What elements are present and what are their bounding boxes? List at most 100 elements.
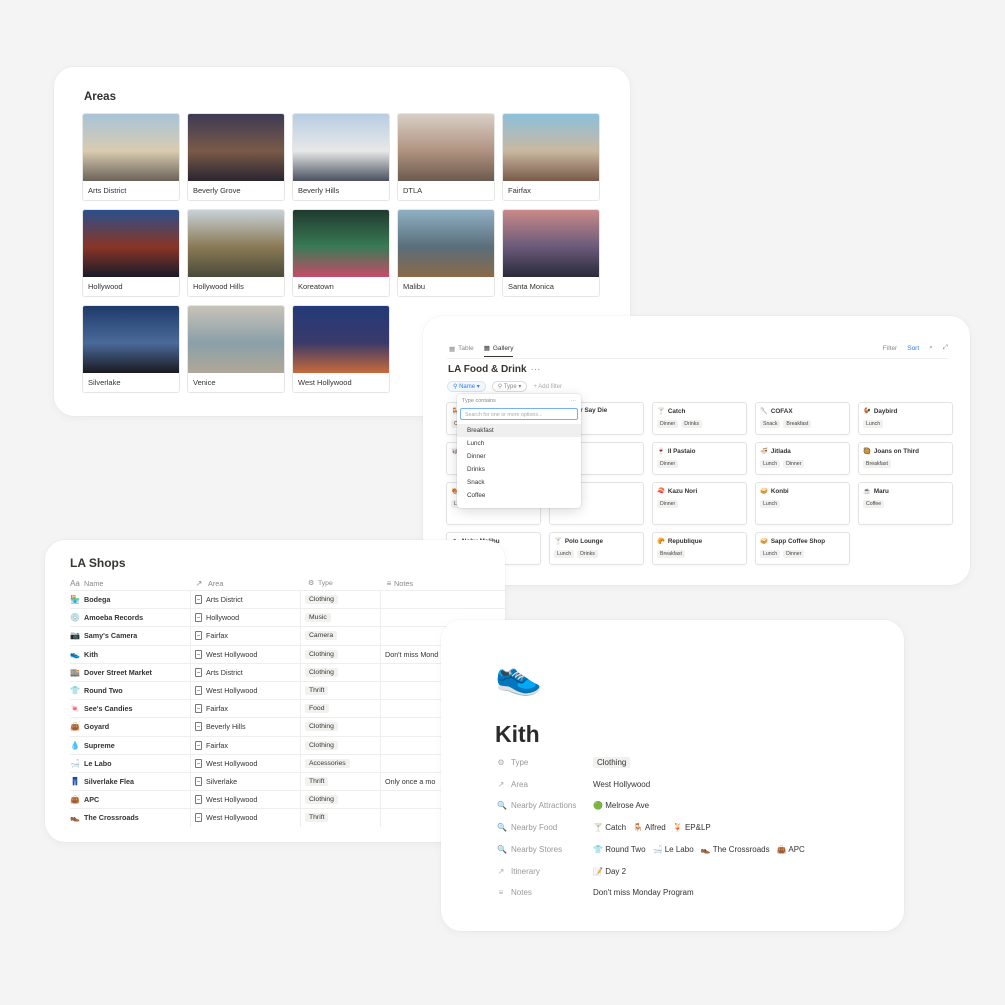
dropdown-option[interactable]: Coffee <box>457 489 581 502</box>
value-item[interactable]: Clothing <box>593 757 631 768</box>
table-row[interactable]: 💧 Supreme Fairfax Clothing <box>70 735 505 754</box>
gallery-card[interactable]: 🥄 COFAX Snack Breakfast <box>755 402 850 435</box>
cell-type[interactable]: Clothing <box>300 718 380 736</box>
gallery-card[interactable]: 🥐 Republique Breakfast <box>652 532 747 565</box>
cell-area[interactable]: Silverlake <box>190 773 300 791</box>
area-tile[interactable]: DTLA <box>397 113 495 201</box>
cell-name[interactable]: 🛁 Le Labo <box>70 759 190 768</box>
cell-name[interactable]: 👖 Silverlake Flea <box>70 777 190 786</box>
cell-name[interactable]: 👞 The Crossroads <box>70 813 190 822</box>
more-icon[interactable]: ··· <box>531 364 541 375</box>
cell-notes[interactable]: Only once a mo <box>380 773 435 791</box>
cell-area[interactable]: Beverly Hills <box>190 718 300 736</box>
cell-area[interactable]: Arts District <box>190 663 300 681</box>
gallery-card[interactable]: 🍣 Kazu Nori Dinner <box>652 482 747 525</box>
expand-icon[interactable]: ⤢ <box>943 344 948 352</box>
cell-name[interactable]: 👕 Round Two <box>70 686 190 695</box>
cell-area[interactable]: Fairfax <box>190 700 300 718</box>
table-row[interactable]: 👜 Goyard Beverly Hills Clothing <box>70 717 505 736</box>
area-tile[interactable]: Silverlake <box>82 305 180 393</box>
search-icon[interactable]: ⌕ <box>929 344 933 352</box>
property-name[interactable]: ↗ Area <box>497 780 593 789</box>
add-filter-button[interactable]: + Add filter <box>533 384 562 390</box>
gallery-card[interactable]: 🍸 Polo Lounge Lunch Drinks <box>549 532 644 565</box>
cell-notes[interactable] <box>380 627 385 645</box>
area-tile[interactable]: Beverly Grove <box>187 113 285 201</box>
property-name[interactable]: ≡ Notes <box>497 888 593 897</box>
value-item[interactable]: 👞 The Crossroads <box>701 845 770 854</box>
cell-notes[interactable] <box>380 809 385 827</box>
cell-name[interactable]: 💿 Amoeba Records <box>70 613 190 622</box>
table-row[interactable]: 📷 Samy's Camera Fairfax Camera <box>70 626 505 645</box>
table-row[interactable]: 🏬 Dover Street Market Arts District Clothin… <box>70 662 505 681</box>
filter-button[interactable]: Filter <box>883 345 897 352</box>
property-name[interactable]: 🔍 Nearby Food <box>497 823 593 832</box>
table-row[interactable]: 💿 Amoeba Records Hollywood Music <box>70 608 505 627</box>
cell-name[interactable]: 🍬 See's Candies <box>70 704 190 713</box>
cell-name[interactable]: 👜 Goyard <box>70 722 190 731</box>
table-row[interactable]: 👜 APC West Hollywood Clothing <box>70 790 505 809</box>
area-tile[interactable]: Hollywood Hills <box>187 209 285 297</box>
col-area-header[interactable]: ↗ Area <box>190 575 300 591</box>
dropdown-option[interactable]: Snack <box>457 476 581 489</box>
cell-notes[interactable] <box>380 700 385 718</box>
cell-type[interactable]: Thrift <box>300 682 380 700</box>
filter-chip-name[interactable]: ⚲ Name ▾ <box>447 381 486 392</box>
cell-notes[interactable] <box>380 754 385 772</box>
cell-area[interactable]: West Hollywood <box>190 791 300 809</box>
col-type-header[interactable]: ⚙ Type <box>300 575 380 591</box>
cell-notes[interactable] <box>380 718 385 736</box>
property-value[interactable]: Don't miss Monday Program <box>593 888 694 897</box>
value-item[interactable]: 🍸 Catch <box>593 823 626 832</box>
gallery-card[interactable]: 🍜 Jitlada Lunch Dinner <box>755 442 850 475</box>
cell-area[interactable]: West Hollywood <box>190 682 300 700</box>
property-name[interactable]: ⚙ Type <box>497 758 593 767</box>
cell-name[interactable]: 💧 Supreme <box>70 741 190 750</box>
cell-notes[interactable] <box>380 663 385 681</box>
cell-notes[interactable]: Don't miss Mond <box>380 645 438 663</box>
cell-name[interactable]: 🏬 Dover Street Market <box>70 668 190 677</box>
area-tile[interactable]: Fairfax <box>502 113 600 201</box>
cell-type[interactable]: Food <box>300 700 380 718</box>
cell-type[interactable]: Thrift <box>300 773 380 791</box>
table-row[interactable]: 👕 Round Two West Hollywood Thrift <box>70 681 505 700</box>
dropdown-search-input[interactable]: Search for one or more options... <box>460 408 578 420</box>
cell-type[interactable]: Music <box>300 609 380 627</box>
table-row[interactable]: 👞 The Crossroads West Hollywood Thrift <box>70 808 505 827</box>
cell-type[interactable]: Clothing <box>300 791 380 809</box>
property-value[interactable]: Clothing <box>593 757 631 768</box>
gallery-card[interactable]: 🍷 Il Pastaio Dinner <box>652 442 747 475</box>
dropdown-option[interactable]: Dinner <box>457 450 581 463</box>
table-row[interactable]: 👟 Kith West Hollywood Clothing Don't miss Mo… <box>70 644 505 663</box>
cell-type[interactable]: Clothing <box>300 663 380 681</box>
cell-type[interactable]: Clothing <box>300 591 380 609</box>
gallery-card[interactable]: 🥘 Joans on Third Breakfast <box>858 442 953 475</box>
cell-name[interactable]: 📷 Samy's Camera <box>70 631 190 640</box>
cell-notes[interactable] <box>380 609 385 627</box>
tab-table[interactable]: ▦ Table <box>449 344 474 357</box>
table-row[interactable]: 👖 Silverlake Flea Silverlake Thrift Only onc… <box>70 772 505 791</box>
value-item[interactable]: 🛁 Le Labo <box>653 845 694 854</box>
property-value[interactable]: 📝 Day 2 <box>593 867 626 876</box>
cell-name[interactable]: 🏪 Bodega <box>70 595 190 604</box>
cell-type[interactable]: Accessories <box>300 754 380 772</box>
area-tile[interactable]: Arts District <box>82 113 180 201</box>
value-item[interactable]: 🪑 Alfred <box>633 823 666 832</box>
table-row[interactable]: 🛁 Le Labo West Hollywood Accessories <box>70 753 505 772</box>
cell-type[interactable]: Clothing <box>300 736 380 754</box>
table-row[interactable]: 🍬 See's Candies Fairfax Food <box>70 699 505 718</box>
cell-notes[interactable] <box>380 791 385 809</box>
col-notes-header[interactable]: ≡ Notes <box>380 575 413 591</box>
property-value[interactable]: 🟢 Melrose Ave <box>593 801 649 810</box>
cell-type[interactable]: Clothing <box>300 645 380 663</box>
value-item[interactable]: West Hollywood <box>593 780 650 789</box>
cell-area[interactable]: West Hollywood <box>190 809 300 827</box>
area-tile[interactable]: West Hollywood <box>292 305 390 393</box>
area-tile[interactable]: Malibu <box>397 209 495 297</box>
property-value[interactable]: West Hollywood <box>593 780 650 789</box>
cell-notes[interactable] <box>380 736 385 754</box>
sort-button[interactable]: Sort <box>907 345 919 352</box>
area-tile[interactable]: Venice <box>187 305 285 393</box>
cell-type[interactable]: Camera <box>300 627 380 645</box>
dropdown-option[interactable]: Breakfast <box>457 424 581 437</box>
